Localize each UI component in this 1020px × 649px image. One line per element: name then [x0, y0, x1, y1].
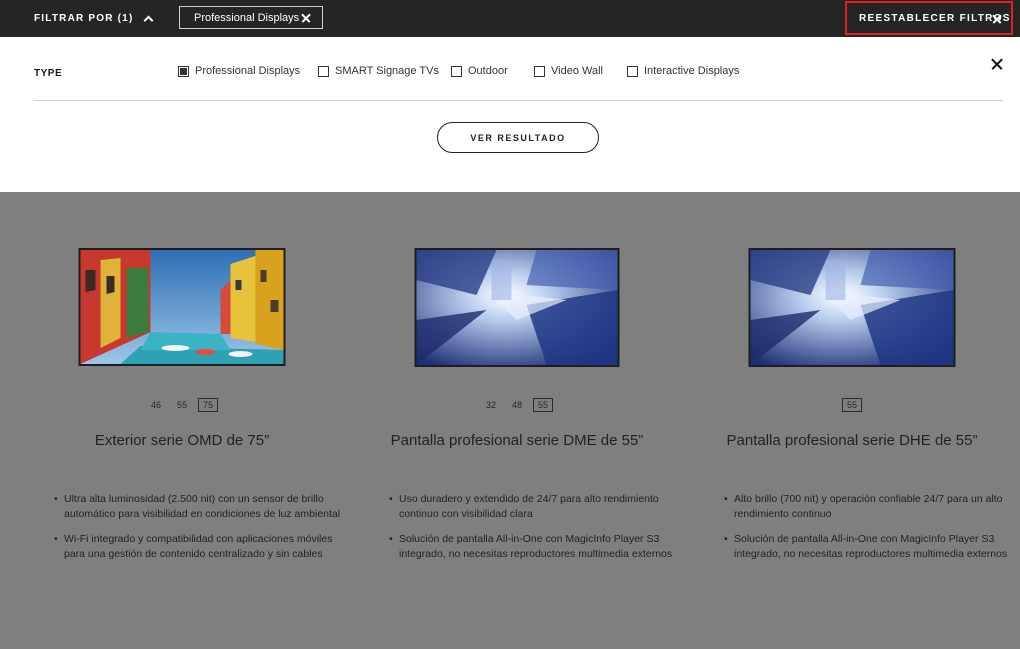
- size-option[interactable]: 48: [507, 398, 527, 412]
- filter-option-label: Professional Displays: [195, 65, 301, 77]
- close-icon: [300, 12, 311, 23]
- filter-option-label: Video Wall: [551, 65, 603, 77]
- close-icon: [990, 57, 1004, 71]
- checkbox-video-wall[interactable]: [534, 65, 545, 77]
- filter-option-video-wall[interactable]: Video Wall: [534, 65, 603, 77]
- reset-filters-button[interactable]: REESTABLECER FILTROS: [845, 1, 1013, 35]
- filter-option-label: Interactive Displays: [644, 65, 740, 77]
- size-selector: 55: [692, 398, 1012, 412]
- close-panel-button[interactable]: [990, 57, 1004, 71]
- filter-toggle-label: FILTRAR POR (1): [34, 13, 134, 24]
- checkbox-outdoor[interactable]: [451, 65, 462, 77]
- chevron-up-icon: [144, 15, 154, 26]
- feature-item: Uso duradero y extendido de 24/7 para al…: [389, 492, 679, 522]
- view-results-button[interactable]: VER RESULTADO: [437, 122, 599, 153]
- product-title[interactable]: Pantalla profesional serie DME de 55”: [357, 432, 677, 449]
- size-option[interactable]: 46: [146, 398, 166, 412]
- product-card: 32 48 55 Pantalla profesional serie DME …: [357, 192, 677, 592]
- close-icon: [991, 13, 1002, 24]
- feature-list: Ultra alta luminosidad (2.500 nit) con u…: [54, 492, 344, 572]
- colorful-harbor-image: [80, 250, 284, 364]
- filter-option-smart-signage-tvs[interactable]: SMART Signage TVs: [318, 65, 439, 77]
- reset-filters-label: REESTABLECER FILTROS: [859, 12, 1011, 24]
- product-image[interactable]: [78, 248, 286, 366]
- feature-item: Solución de pantalla All-in-One con Magi…: [389, 532, 679, 562]
- active-filter-chip-label: Professional Displays: [194, 11, 300, 24]
- size-option-selected[interactable]: 75: [198, 398, 219, 412]
- size-option[interactable]: 55: [172, 398, 192, 412]
- type-filter-label: TYPE: [34, 68, 63, 79]
- filter-option-outdoor[interactable]: Outdoor: [451, 65, 508, 77]
- feature-item: Ultra alta luminosidad (2.500 nit) con u…: [54, 492, 344, 522]
- feature-item: Wi-Fi integrado y compatibilidad con apl…: [54, 532, 344, 562]
- filter-option-label: SMART Signage TVs: [335, 65, 439, 77]
- feature-list: Alto brillo (700 nit) y operación confia…: [724, 492, 1014, 572]
- product-card: 55 Pantalla profesional serie DHE de 55”…: [692, 192, 1012, 592]
- product-title[interactable]: Exterior serie OMD de 75”: [22, 432, 342, 449]
- filter-bar: FILTRAR POR (1) Professional Displays RE…: [0, 0, 1020, 37]
- divider: [34, 100, 1003, 101]
- feature-list: Uso duradero y extendido de 24/7 para al…: [389, 492, 679, 572]
- product-title[interactable]: Pantalla profesional serie DHE de 55”: [692, 432, 1012, 449]
- filter-option-label: Outdoor: [468, 65, 508, 77]
- filter-option-interactive-displays[interactable]: Interactive Displays: [627, 65, 739, 77]
- filter-option-professional-displays[interactable]: Professional Displays: [178, 65, 300, 77]
- size-selector: 46 55 75: [22, 398, 342, 412]
- product-card: 46 55 75 Exterior serie OMD de 75” Ultra…: [22, 192, 342, 592]
- feature-item: Alto brillo (700 nit) y operación confia…: [724, 492, 1014, 522]
- size-option-selected[interactable]: 55: [533, 398, 554, 412]
- abstract-blue-image: [416, 250, 618, 365]
- size-option-selected[interactable]: 55: [841, 398, 862, 412]
- size-option[interactable]: 32: [481, 398, 501, 412]
- size-selector: 32 48 55: [357, 398, 677, 412]
- abstract-blue-image: [750, 250, 954, 365]
- remove-filter-button[interactable]: [299, 11, 313, 25]
- product-image[interactable]: [414, 248, 620, 367]
- checkbox-smart-signage-tvs[interactable]: [318, 65, 329, 77]
- product-image[interactable]: [748, 248, 956, 367]
- filter-panel: TYPE Professional Displays SMART Signage…: [0, 37, 1020, 192]
- checkbox-professional-displays[interactable]: [178, 65, 189, 77]
- filter-toggle-button[interactable]: FILTRAR POR (1): [34, 0, 154, 37]
- active-filter-chip: Professional Displays: [179, 6, 323, 29]
- feature-item: Solución de pantalla All-in-One con Magi…: [724, 532, 1014, 562]
- checkbox-interactive-displays[interactable]: [627, 65, 638, 77]
